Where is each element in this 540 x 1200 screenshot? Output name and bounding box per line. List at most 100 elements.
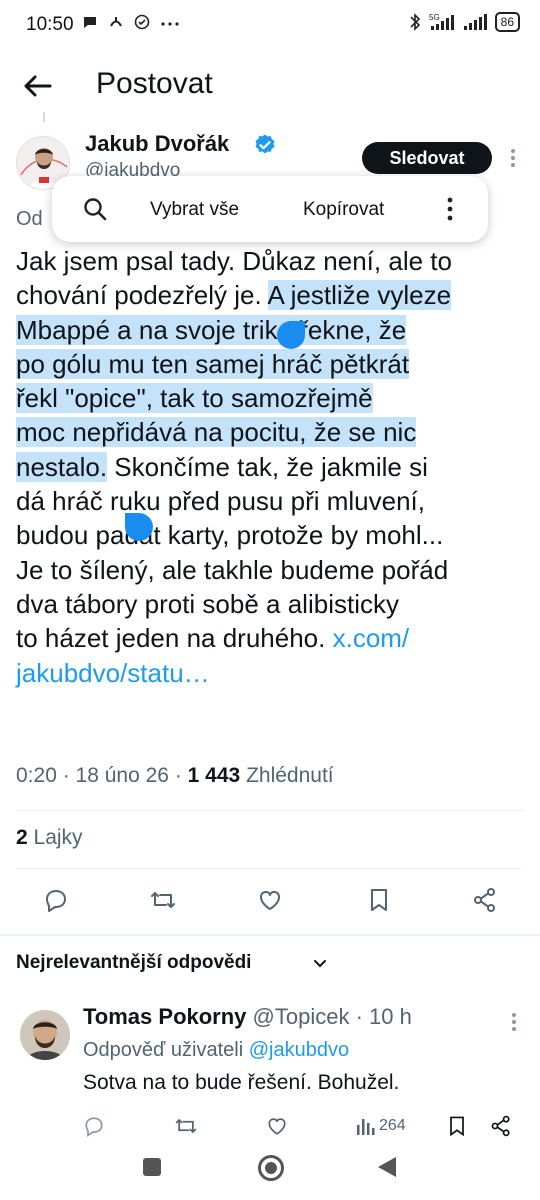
tweet-text-segment: Skončíme tak, že jakmile si	[107, 451, 428, 482]
reply-to-line: Odpověď uživateli @jakubdvo	[83, 1039, 349, 1062]
reply-time: 10 h	[369, 1004, 412, 1029]
thread-connector-line	[43, 112, 45, 122]
svg-text:5G: 5G	[429, 13, 440, 22]
selected-text: Mbappé a na svoje triko řekne, že	[16, 314, 407, 345]
chevron-down-icon[interactable]	[312, 956, 328, 972]
tweet-text-line: to házet jeden na druhého. x.com/	[16, 621, 526, 655]
retweet-icon[interactable]	[149, 886, 177, 914]
selected-text: moc nepřidává na pocitu, že se nic	[16, 417, 417, 448]
system-navigation-bar	[0, 1148, 540, 1200]
like-icon[interactable]	[256, 886, 284, 914]
tweet-text-line: Jak jsem psal tady. Důkaz není, ale to	[16, 244, 526, 278]
tweet-text-segment: dva tábory proti sobě a alibisticky	[16, 588, 399, 619]
reply-reply-icon[interactable]	[82, 1114, 106, 1138]
reply-bookmark-icon[interactable]	[445, 1114, 469, 1138]
reply-avatar-image	[20, 1010, 70, 1060]
more-dots-icon	[161, 22, 179, 26]
search-icon[interactable]	[82, 196, 108, 222]
tweet-text-line: chování podezřelý je. A jestliže vyleze	[16, 278, 526, 312]
status-system-icons: 5G 86	[409, 12, 520, 32]
tweet-link[interactable]: jakubdvo/statu…	[16, 658, 210, 688]
page-title: Postovat	[96, 67, 213, 100]
back-nav-button[interactable]	[378, 1157, 396, 1177]
check-circle-icon	[134, 14, 150, 30]
home-button[interactable]	[258, 1155, 284, 1181]
divider	[16, 868, 524, 869]
likes-label: Lajky	[33, 826, 83, 849]
tweet-text-line: dá hráč ruku před pusu při mluvení,	[16, 484, 526, 518]
text-selection-menu: Vybrat vše Kopírovat	[52, 176, 488, 242]
tweet-text-segment: chování podezřelý je.	[16, 280, 268, 311]
reply-views-count: 264	[379, 1117, 406, 1134]
tweet-text-line: nestalo. Skončíme tak, že jakmile si	[16, 450, 526, 484]
author-name[interactable]: Jakub Dvořák	[85, 131, 229, 157]
reply-text[interactable]: Sotva na to bude řešení. Bohužel.	[83, 1071, 399, 1095]
likes-summary[interactable]: 2 Lajky	[16, 826, 83, 850]
select-all-button[interactable]: Vybrat vše	[150, 199, 239, 221]
signal-5g-icon: 5G	[429, 13, 454, 30]
more-menu-icon[interactable]	[443, 194, 457, 224]
tweet-text-segment: dá hráč ruku před pusu při mluvení,	[16, 486, 425, 517]
signal-icon	[463, 14, 487, 30]
share-icon[interactable]	[471, 886, 499, 914]
reply-author-handle[interactable]: @Topicek	[253, 1004, 350, 1029]
bookmark-icon[interactable]	[365, 886, 393, 914]
tweet-date: 18 úno 26	[75, 764, 169, 787]
selection-end-handle[interactable]	[125, 513, 153, 541]
top-app-bar: Postovat	[0, 55, 540, 115]
reply-to-prefix: Odpověď uživateli	[83, 1039, 244, 1061]
views-count: 1 443	[187, 764, 241, 787]
status-notification-icons	[82, 14, 180, 30]
tweet-text-line: Mbappé a na svoje triko řekne, že	[16, 313, 526, 347]
more-options-icon[interactable]	[508, 146, 518, 170]
reply-more-options-icon[interactable]	[509, 1010, 519, 1034]
replies-sort-toggle[interactable]: Nejrelevantnější odpovědi	[16, 952, 251, 974]
tweet-text-segment: to házet jeden na druhého.	[16, 623, 333, 654]
tweet-body[interactable]: Jak jsem psal tady. Důkaz není, ale to ch…	[16, 244, 526, 690]
reply-author-name[interactable]: Tomas Pokorny	[83, 1004, 246, 1029]
tweet-meta: 0:20 · 18 úno 26 · 1 443 Zhlédnutí	[16, 764, 334, 787]
reply-like-icon[interactable]	[265, 1114, 289, 1138]
selected-text: po gólu mu ten samej hráč pětkrát	[16, 348, 410, 379]
tweet-text-segment: Je to šílený, ale takhle budeme pořád	[16, 554, 449, 585]
chat-bubble-icon	[84, 17, 96, 28]
partial-hidden-label: Od	[16, 208, 43, 230]
reply-share-icon[interactable]	[489, 1114, 513, 1138]
reply-avatar[interactable]	[20, 1010, 70, 1060]
reply-icon[interactable]	[42, 886, 70, 914]
divider	[0, 934, 540, 936]
tweet-text-line: řekl "opice", tak to samozřejmě	[16, 381, 526, 415]
tweet-time: 0:20	[16, 764, 57, 787]
tweet-text-line: moc nepřidává na pocitu, že se nic	[16, 415, 526, 449]
tweet-text-line: jakubdvo/statu…	[16, 656, 526, 690]
bluetooth-icon	[410, 13, 420, 31]
tweet-text-segment: Jak jsem psal tady. Důkaz není, ale to	[16, 246, 452, 276]
divider	[16, 810, 524, 811]
views-chart-icon[interactable]	[355, 1115, 375, 1137]
reply-header: Tomas Pokorny @Topicek · 10 h	[83, 1004, 412, 1029]
tweet-text-segment: budou padat karty, protože by mohl...	[16, 520, 444, 551]
selection-start-handle[interactable]	[277, 321, 305, 349]
verified-badge-icon	[255, 134, 275, 154]
tweet-text-line: dva tábory proti sobě a alibisticky	[16, 587, 526, 621]
reply-retweet-icon[interactable]	[174, 1114, 198, 1138]
selected-text: A jestliže vyleze	[267, 280, 452, 311]
tweet-text-line: Je to šílený, ale takhle budeme pořád	[16, 553, 526, 587]
follow-button[interactable]: Sledovat	[362, 142, 492, 174]
status-time: 10:50	[26, 14, 74, 35]
back-arrow-icon[interactable]	[20, 69, 54, 103]
phone-transfer-icon	[110, 17, 122, 27]
selected-text: řekl "opice", tak to samozřejmě	[16, 383, 373, 414]
status-bar: 10:50 5G 86	[0, 0, 540, 50]
views-label: Zhlédnutí	[246, 764, 334, 787]
reply-actions	[0, 1112, 540, 1144]
reply-to-handle[interactable]: @jakubdvo	[249, 1039, 349, 1061]
selected-text: nestalo.	[16, 451, 108, 482]
tweet-text-line: budou padat karty, protože by mohl...	[16, 518, 526, 552]
tweet-text-line: po gólu mu ten samej hráč pětkrát	[16, 347, 526, 381]
copy-button[interactable]: Kopírovat	[303, 199, 384, 221]
recent-apps-button[interactable]	[143, 1158, 161, 1176]
battery-icon: 86	[494, 12, 520, 32]
tweet-link[interactable]: x.com/	[333, 623, 410, 653]
likes-count: 2	[16, 826, 28, 849]
